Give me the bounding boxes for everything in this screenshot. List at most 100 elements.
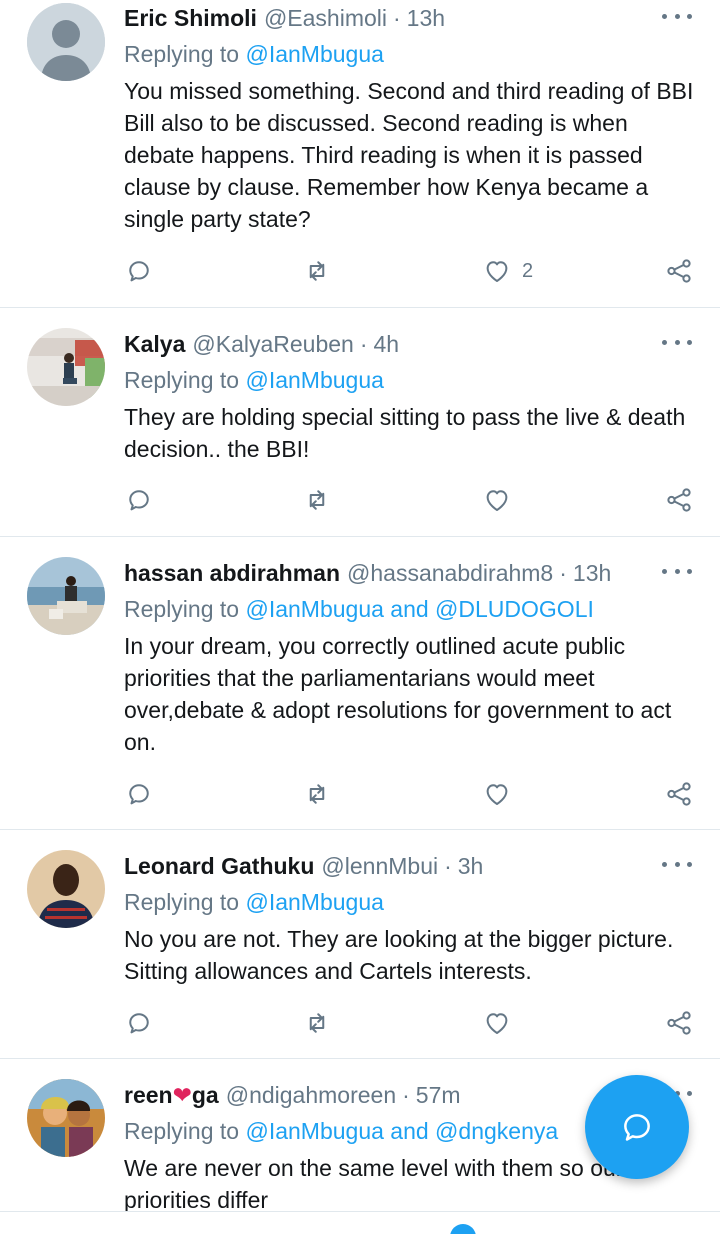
display-name[interactable]: hassan abdirahman [124, 555, 340, 591]
share-button[interactable] [664, 777, 694, 811]
display-name[interactable]: Eric Shimoli [124, 0, 257, 36]
tweet-actions [124, 483, 696, 517]
tweet[interactable]: Eric Shimoli @Eashimoli · 13h Replying t… [0, 0, 720, 308]
like-button[interactable]: 2 [482, 254, 533, 288]
heart-icon [486, 784, 508, 805]
bottom-navigation-bar [0, 1211, 720, 1234]
heart-icon [486, 261, 508, 282]
retweet-icon [309, 261, 325, 281]
avatar[interactable] [27, 557, 105, 635]
timestamp[interactable]: 3h [458, 848, 484, 884]
separator-dot: · [559, 560, 567, 586]
tweet-header: Leonard Gathuku @lennMbui · 3h [124, 848, 696, 884]
display-name[interactable]: Kalya [124, 326, 185, 362]
avatar[interactable] [27, 3, 105, 81]
user-handle[interactable]: @ndigahmoreen [226, 1077, 396, 1113]
display-name[interactable]: reen❤ga [124, 1077, 219, 1113]
retweet-icon [309, 490, 325, 510]
timestamp[interactable]: 4h [374, 326, 400, 362]
profile-photo-icon [27, 557, 105, 635]
tweet-text: They are holding special sitting to pass… [124, 404, 686, 462]
reply-icon [129, 490, 149, 511]
retweet-button[interactable] [302, 1006, 332, 1040]
notification-badge[interactable] [450, 1224, 476, 1234]
tweet[interactable]: Kalya @KalyaReuben · 4h Replying to @Ian… [0, 308, 720, 537]
replying-to-label: Replying to [124, 1118, 240, 1144]
share-button[interactable] [664, 254, 694, 288]
more-dots-icon[interactable] [662, 332, 692, 352]
tweet-header: Kalya @KalyaReuben · 4h [124, 326, 696, 362]
user-handle[interactable]: @lennMbui [321, 848, 438, 884]
share-icon [667, 488, 691, 512]
avatar[interactable] [27, 328, 105, 406]
more-dots-icon[interactable] [662, 561, 692, 581]
retweet-icon [309, 1013, 325, 1033]
timestamp[interactable]: 13h [573, 555, 611, 591]
reply-icon [129, 1013, 149, 1034]
retweet-button[interactable] [302, 254, 332, 288]
like-button[interactable] [482, 483, 512, 517]
user-handle[interactable]: @hassanabdirahm8 [347, 555, 553, 591]
heart-icon [486, 1013, 508, 1034]
replying-to-label: Replying to [124, 367, 240, 393]
separator-dot: · [393, 5, 401, 31]
replying-to-handles[interactable]: @IanMbugua and @DLUDOGOLI [245, 596, 593, 622]
like-button[interactable] [482, 1006, 512, 1040]
profile-photo-icon [27, 850, 105, 928]
like-count: 2 [522, 259, 534, 282]
separator-dot: · [359, 331, 368, 357]
red-heart-emoji-icon: ❤ [172, 1082, 192, 1108]
reply-icon [129, 784, 149, 805]
replying-to-label: Replying to [124, 41, 240, 67]
more-dots-icon[interactable] [662, 6, 692, 26]
like-button[interactable] [482, 777, 512, 811]
user-handle[interactable]: @Eashimoli [264, 0, 387, 36]
heart-icon [486, 490, 508, 511]
reply-button[interactable] [124, 483, 154, 517]
replying-to-handles[interactable]: @IanMbugua and @dngkenya [245, 1118, 558, 1144]
reply-button[interactable] [124, 777, 154, 811]
share-button[interactable] [664, 1006, 694, 1040]
replying-to: Replying to @IanMbugua [124, 884, 696, 920]
separator-dot: · [444, 853, 452, 879]
share-icon [667, 1011, 691, 1035]
tweet-actions [124, 777, 696, 811]
tweet[interactable]: Leonard Gathuku @lennMbui · 3h Replying … [0, 830, 720, 1059]
replying-to-handles[interactable]: @IanMbugua [245, 889, 383, 915]
tweet-text: No you are not. They are looking at the … [124, 926, 674, 984]
tweet-header: hassan abdirahman @hassanabdirahm8 · 13h [124, 555, 696, 591]
timestamp[interactable]: 13h [407, 0, 445, 36]
reply-icon [129, 261, 149, 282]
tweet-header: Eric Shimoli @Eashimoli · 13h [124, 0, 696, 36]
timestamp[interactable]: 57m [416, 1077, 461, 1113]
tweet-text: In your dream, you correctly outlined ac… [124, 633, 672, 755]
avatar[interactable] [27, 1079, 105, 1157]
replying-to-label: Replying to [124, 889, 240, 915]
replying-to: Replying to @IanMbugua [124, 36, 696, 72]
share-icon [667, 259, 691, 283]
avatar[interactable] [27, 850, 105, 928]
profile-photo-icon [27, 1079, 105, 1157]
display-name[interactable]: Leonard Gathuku [124, 848, 314, 884]
reply-button[interactable] [124, 254, 154, 288]
reply-button[interactable] [124, 1006, 154, 1040]
separator-dot: · [402, 1082, 410, 1108]
profile-photo-icon [27, 328, 105, 406]
retweet-button[interactable] [302, 483, 332, 517]
more-dots-icon[interactable] [662, 854, 692, 874]
retweet-button[interactable] [302, 777, 332, 811]
compose-reply-icon [624, 1114, 650, 1141]
retweet-icon [309, 784, 325, 804]
share-icon [667, 782, 691, 806]
replying-to-handles[interactable]: @IanMbugua [245, 367, 383, 393]
tweet-actions: 2 [124, 254, 696, 288]
tweet-actions [124, 1006, 696, 1040]
compose-reply-button[interactable] [585, 1075, 689, 1179]
user-handle[interactable]: @KalyaReuben [192, 326, 353, 362]
tweet[interactable]: hassan abdirahman @hassanabdirahm8 · 13h… [0, 537, 720, 830]
replying-to-handles[interactable]: @IanMbugua [245, 41, 383, 67]
replying-to-label: Replying to [124, 596, 240, 622]
default-avatar-icon [27, 3, 105, 81]
replying-to: Replying to @IanMbugua and @DLUDOGOLI [124, 591, 696, 627]
share-button[interactable] [664, 483, 694, 517]
